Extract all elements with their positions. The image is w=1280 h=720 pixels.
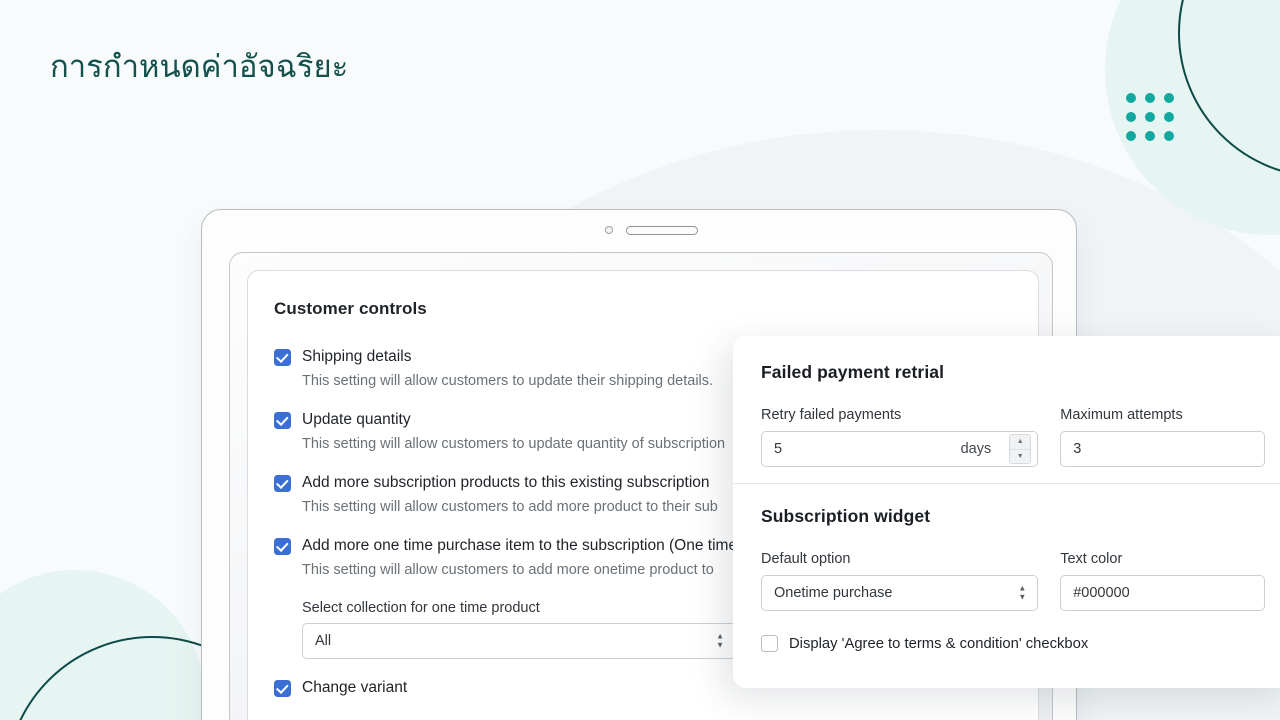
- maximum-attempts-field: Maximum attempts 3: [1060, 407, 1265, 467]
- grid-dot: [1145, 131, 1155, 141]
- maximum-attempts-input[interactable]: 3: [1060, 431, 1265, 467]
- grid-dot: [1145, 112, 1155, 122]
- grid-dot: [1126, 131, 1136, 141]
- default-option-value: Onetime purchase: [774, 585, 893, 601]
- maximum-attempts-label: Maximum attempts: [1060, 407, 1183, 423]
- retry-failed-payments-input[interactable]: 5 days ▲ ▼: [761, 431, 1039, 467]
- text-color-label: Text color: [1060, 551, 1123, 567]
- grid-dot: [1164, 93, 1174, 103]
- setting-label: Add more subscription products to this e…: [302, 474, 710, 491]
- terms-checkbox-label: Display 'Agree to terms & condition' che…: [789, 635, 1089, 652]
- checkbox-add-subscription-products[interactable]: [274, 474, 291, 492]
- failed-payment-title: Failed payment retrial: [761, 362, 945, 382]
- retry-failed-payments-label: Retry failed payments: [761, 407, 902, 423]
- settings-card-title: Customer controls: [274, 299, 427, 318]
- retry-stepper[interactable]: ▲ ▼: [1009, 434, 1032, 464]
- subscription-widget-section: Subscription widget Default option Oneti…: [733, 483, 1280, 652]
- maximum-attempts-value: 3: [1073, 441, 1082, 457]
- camera-icon: [605, 226, 613, 234]
- setting-label: Shipping details: [302, 348, 412, 365]
- grid-dot: [1145, 93, 1155, 103]
- chevron-up-glyph: ▲: [716, 631, 724, 641]
- text-color-input[interactable]: #000000: [1060, 575, 1265, 611]
- stepper-down-icon[interactable]: ▼: [1010, 449, 1031, 463]
- text-color-field: Text color #000000: [1060, 551, 1265, 611]
- overlay-panel: Failed payment retrial Retry failed paym…: [733, 336, 1280, 688]
- chevron-updown-icon: ▲ ▼: [1018, 583, 1027, 602]
- checkbox-add-one-time-purchase[interactable]: [274, 537, 291, 555]
- grid-dot: [1126, 112, 1136, 122]
- retry-value: 5: [774, 441, 783, 457]
- grid-dot: [1164, 112, 1174, 122]
- text-color-value: #000000: [1073, 585, 1130, 601]
- collection-select[interactable]: All ▲ ▼: [302, 623, 736, 659]
- checkbox-update-quantity[interactable]: [274, 411, 291, 429]
- retry-unit-suffix: days: [960, 441, 992, 457]
- page-title: การกำหนดค่าอัจฉริยะ: [50, 49, 349, 84]
- setting-label: Add more one time purchase item to the s…: [302, 537, 738, 554]
- chevron-up-glyph: ▲: [1018, 583, 1027, 593]
- screenshot-stage: การกำหนดค่าอัจฉริยะ Customer controls Sh…: [0, 0, 1280, 720]
- chevron-down-glyph: ▼: [1018, 592, 1027, 602]
- background-circle-top-right-fill: [1105, 0, 1280, 235]
- setting-label: Change variant: [302, 679, 408, 696]
- collection-select-value: All: [315, 633, 332, 649]
- grid-dot: [1126, 93, 1136, 103]
- failed-payment-section: Failed payment retrial Retry failed paym…: [733, 336, 1280, 467]
- background-circle-top-right-outline: [1178, 0, 1280, 178]
- retry-failed-payments-field: Retry failed payments 5 days ▲ ▼: [761, 407, 1039, 467]
- subscription-widget-title: Subscription widget: [761, 506, 931, 526]
- terms-checkbox-row: Display 'Agree to terms & condition' che…: [761, 635, 1265, 652]
- chevron-updown-icon: ▲ ▼: [716, 631, 724, 650]
- speaker-grille-icon: [626, 226, 698, 235]
- checkbox-change-variant[interactable]: [274, 679, 291, 697]
- dot-grid-decoration: [1126, 93, 1174, 141]
- stepper-up-icon[interactable]: ▲: [1010, 435, 1031, 450]
- default-option-field: Default option Onetime purchase ▲ ▼: [761, 551, 1039, 611]
- grid-dot: [1164, 131, 1174, 141]
- background-circle-bottom-left-fill: [0, 570, 205, 720]
- setting-label: Update quantity: [302, 411, 411, 428]
- checkbox-shipping-details[interactable]: [274, 348, 291, 366]
- default-option-select[interactable]: Onetime purchase ▲ ▼: [761, 575, 1039, 611]
- default-option-label: Default option: [761, 551, 851, 567]
- checkbox-display-terms[interactable]: [761, 635, 778, 652]
- chevron-down-glyph: ▼: [716, 640, 724, 650]
